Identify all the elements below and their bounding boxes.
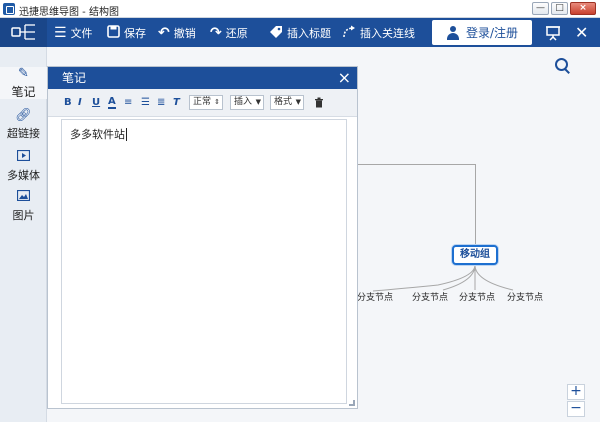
- sidebar-item-label: 图片: [12, 209, 35, 222]
- format-select-value: 格式: [274, 97, 293, 107]
- bold-icon[interactable]: B: [64, 97, 72, 109]
- insert-link-button[interactable]: 插入关连线: [342, 18, 415, 47]
- trash-icon[interactable]: [314, 97, 324, 112]
- note-panel-title: 笔记: [62, 71, 87, 85]
- underline-icon[interactable]: U: [92, 97, 100, 109]
- redo-icon: ↷: [210, 24, 222, 41]
- text-cursor: ​: [126, 128, 127, 141]
- mindmap-sub-node[interactable]: 分支节点: [507, 290, 543, 303]
- italic-icon[interactable]: I: [78, 97, 82, 109]
- sidebar-item-image[interactable]: 图片: [0, 189, 47, 223]
- unordered-list-icon[interactable]: ☰: [141, 97, 150, 109]
- sidebar-item-label: 笔记: [11, 85, 36, 99]
- save-button[interactable]: 保存: [107, 18, 146, 47]
- connector-line: [475, 164, 476, 245]
- paragraph-style-select[interactable]: 正常 ⇕: [189, 95, 223, 110]
- mindmap-sub-node[interactable]: 分支节点: [412, 290, 448, 303]
- zoom-out-button[interactable]: −: [567, 401, 585, 417]
- clear-format-icon[interactable]: T: [173, 97, 180, 109]
- search-icon[interactable]: [555, 58, 571, 74]
- left-sidebar: ✎ 笔记 🔗︎ 超链接 多媒体 图片: [0, 47, 47, 422]
- note-editor[interactable]: 多多软件站​: [61, 119, 347, 404]
- note-panel: 笔记 × B I U A ≡ ☰ ≣ T 正常 ⇕ 插入 ▼ 格式 ▼ 多多软件…: [47, 66, 358, 409]
- save-icon: [107, 24, 120, 41]
- pencil-icon: ✎: [18, 66, 29, 81]
- sidebar-item-note[interactable]: ✎ 笔记: [0, 67, 47, 99]
- note-panel-header: 笔记 ×: [48, 67, 357, 89]
- insert-title-button[interactable]: 插入标题: [269, 18, 331, 47]
- ordered-list-icon[interactable]: ≡: [124, 97, 132, 109]
- main-toolbar: ☰ 文件 保存 ↶ 撤销 ↷ 还原 插入标题 插入关连线 登录/注册 ✕: [0, 18, 600, 47]
- maximize-button[interactable]: □: [551, 2, 568, 15]
- title-bar: 迅捷思维导图 - 结构图 — □ ×: [0, 0, 600, 18]
- image-icon: [0, 189, 47, 205]
- window-title: 迅捷思维导图 - 结构图: [19, 7, 119, 18]
- undo-button[interactable]: ↶ 撤销: [158, 18, 196, 47]
- app-logo-icon: [3, 3, 15, 15]
- insert-select[interactable]: 插入 ▼: [230, 95, 264, 110]
- close-doc-button[interactable]: ✕: [575, 18, 588, 47]
- link-icon: 🔗︎: [15, 108, 32, 123]
- align-icon[interactable]: ≣: [157, 97, 165, 109]
- login-button[interactable]: 登录/注册: [432, 20, 532, 45]
- insert-title-label: 插入标题: [287, 26, 331, 40]
- format-select[interactable]: 格式 ▼: [270, 95, 304, 110]
- user-icon: [446, 25, 460, 40]
- undo-label: 撤销: [173, 26, 196, 40]
- paragraph-style-value: 正常: [193, 97, 212, 107]
- presentation-icon: [546, 25, 560, 41]
- close-window-button[interactable]: ×: [570, 2, 596, 15]
- sidebar-item-hyperlink[interactable]: 🔗︎ 超链接: [0, 109, 47, 141]
- menu-icon: ☰: [54, 24, 67, 41]
- caret-down-icon: ▼: [295, 98, 301, 106]
- close-icon: ✕: [575, 23, 589, 42]
- insert-select-value: 插入: [234, 97, 253, 107]
- mindmap-sub-node[interactable]: 分支节点: [357, 290, 393, 303]
- minimize-button[interactable]: —: [532, 2, 549, 15]
- note-format-toolbar: B I U A ≡ ☰ ≣ T 正常 ⇕ 插入 ▼ 格式 ▼: [48, 89, 357, 117]
- login-label: 登录/注册: [465, 26, 519, 40]
- save-label: 保存: [124, 26, 146, 40]
- presentation-button[interactable]: [545, 18, 561, 47]
- font-color-icon[interactable]: A: [108, 97, 116, 109]
- connector-line: [358, 164, 475, 165]
- connector-icon: [342, 25, 356, 41]
- undo-icon: ↶: [158, 24, 170, 41]
- file-menu-button[interactable]: ☰ 文件: [54, 18, 93, 47]
- resize-grip-icon[interactable]: [349, 400, 355, 406]
- sidebar-item-media[interactable]: 多媒体: [0, 149, 47, 183]
- mindmap-logo-icon: [0, 18, 47, 47]
- insert-link-label: 插入关连线: [360, 26, 415, 40]
- sidebar-item-label: 超链接: [7, 127, 40, 140]
- spinner-icon: ⇕: [214, 98, 220, 106]
- sidebar-item-label: 多媒体: [7, 169, 40, 182]
- tag-icon: [269, 25, 283, 41]
- redo-button[interactable]: ↷ 还原: [210, 18, 248, 47]
- video-icon: [0, 149, 47, 165]
- file-label: 文件: [70, 26, 93, 40]
- note-content-text: 多多软件站: [70, 128, 125, 141]
- zoom-in-button[interactable]: +: [567, 384, 585, 400]
- mindmap-main-node[interactable]: 移动组: [452, 245, 498, 265]
- mindmap-sub-node[interactable]: 分支节点: [459, 290, 495, 303]
- redo-label: 还原: [225, 26, 248, 40]
- note-close-button[interactable]: ×: [338, 67, 351, 88]
- caret-down-icon: ▼: [255, 98, 261, 106]
